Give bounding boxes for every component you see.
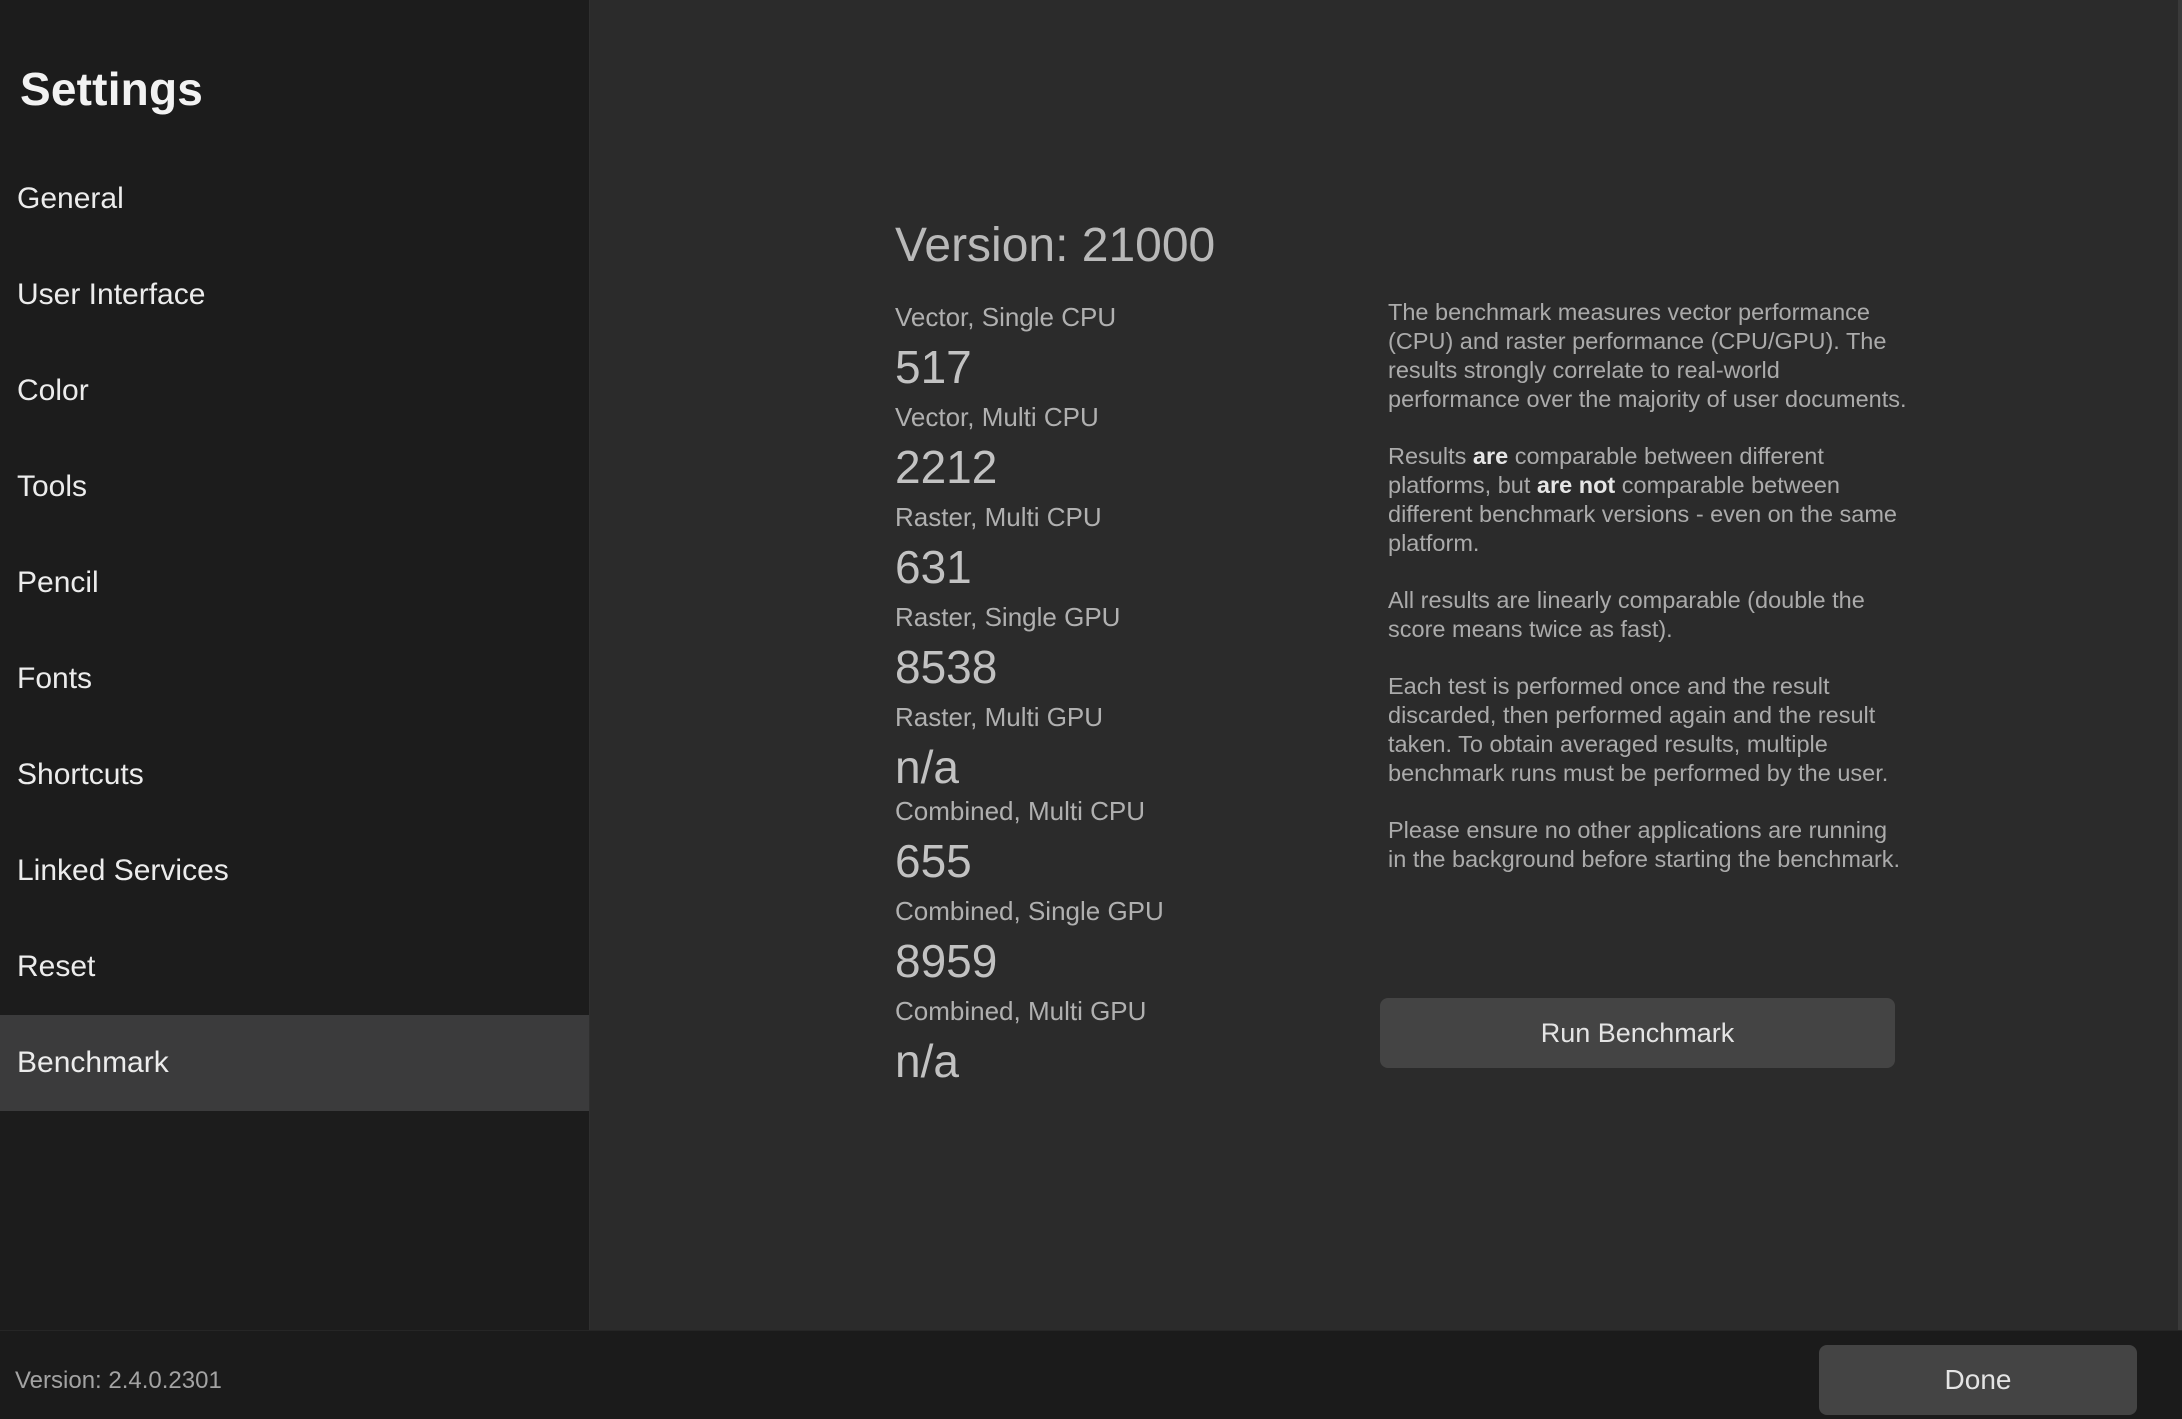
sidebar-item-user-interface[interactable]: User Interface [0,247,589,343]
settings-window: Settings General User Interface Color To… [0,0,2182,1419]
sidebar-item-pencil[interactable]: Pencil [0,535,589,631]
sidebar-item-tools[interactable]: Tools [0,439,589,535]
benchmark-panel: Version: 21000 Vector, Single CPU 517 Ve… [589,0,2182,1330]
sidebar-title: Settings [20,63,204,115]
description-paragraph: Results are comparable between different… [1388,443,1898,556]
result-value: 631 [895,541,972,593]
sidebar-item-general[interactable]: General [0,151,589,247]
result-value: 8959 [895,935,998,987]
result-raster-multi-gpu: Raster, Multi GPU n/a [895,698,1345,798]
window-edge [2178,0,2182,1330]
sidebar-item-benchmark[interactable]: Benchmark [0,1015,589,1111]
sidebar-item-linked-services[interactable]: Linked Services [0,823,589,919]
result-value: 2212 [895,441,998,493]
result-label: Raster, Single GPU [895,602,1121,632]
description-paragraph: Each test is performed once and the resu… [1388,673,1889,786]
run-benchmark-button[interactable]: Run Benchmark [1380,998,1895,1068]
result-label: Combined, Single GPU [895,896,1164,926]
result-value: n/a [895,1035,959,1087]
result-value: n/a [895,741,959,793]
sidebar-item-color[interactable]: Color [0,343,589,439]
result-vector-single-cpu: Vector, Single CPU 517 [895,298,1345,398]
benchmark-description: The benchmark measures vector performanc… [1388,298,1908,902]
result-label: Combined, Multi CPU [895,796,1145,826]
result-raster-multi-cpu: Raster, Multi CPU 631 [895,498,1345,598]
result-label: Combined, Multi GPU [895,996,1147,1026]
sidebar-item-reset[interactable]: Reset [0,919,589,1015]
sidebar: Settings General User Interface Color To… [0,0,589,1330]
result-combined-single-gpu: Combined, Single GPU 8959 [895,892,1345,992]
sidebar-item-shortcuts[interactable]: Shortcuts [0,727,589,823]
done-button[interactable]: Done [1819,1345,2137,1415]
result-combined-multi-gpu: Combined, Multi GPU n/a [895,992,1345,1092]
app-version-label: Version: 2.4.0.2301 [15,1367,222,1394]
footer-bar: Version: 2.4.0.2301 Done [0,1330,2182,1419]
result-label: Vector, Multi CPU [895,402,1099,432]
sidebar-item-fonts[interactable]: Fonts [0,631,589,727]
result-label: Vector, Single CPU [895,302,1117,332]
sidebar-nav: General User Interface Color Tools Penci… [0,151,589,1111]
description-paragraph: All results are linearly comparable (dou… [1388,587,1865,642]
result-raster-single-gpu: Raster, Single GPU 8538 [895,598,1345,698]
description-paragraph: Please ensure no other applications are … [1388,817,1901,872]
result-value: 655 [895,835,972,887]
result-label: Raster, Multi GPU [895,702,1104,732]
result-value: 8538 [895,641,998,693]
result-value: 517 [895,341,972,393]
result-vector-multi-cpu: Vector, Multi CPU 2212 [895,398,1345,498]
benchmark-results: Vector, Single CPU 517 Vector, Multi CPU… [895,298,1345,1092]
description-paragraph: The benchmark measures vector performanc… [1388,299,1907,412]
result-combined-multi-cpu: Combined, Multi CPU 655 [895,792,1345,892]
result-label: Raster, Multi CPU [895,502,1102,532]
benchmark-version-heading: Version: 21000 [895,219,1216,272]
